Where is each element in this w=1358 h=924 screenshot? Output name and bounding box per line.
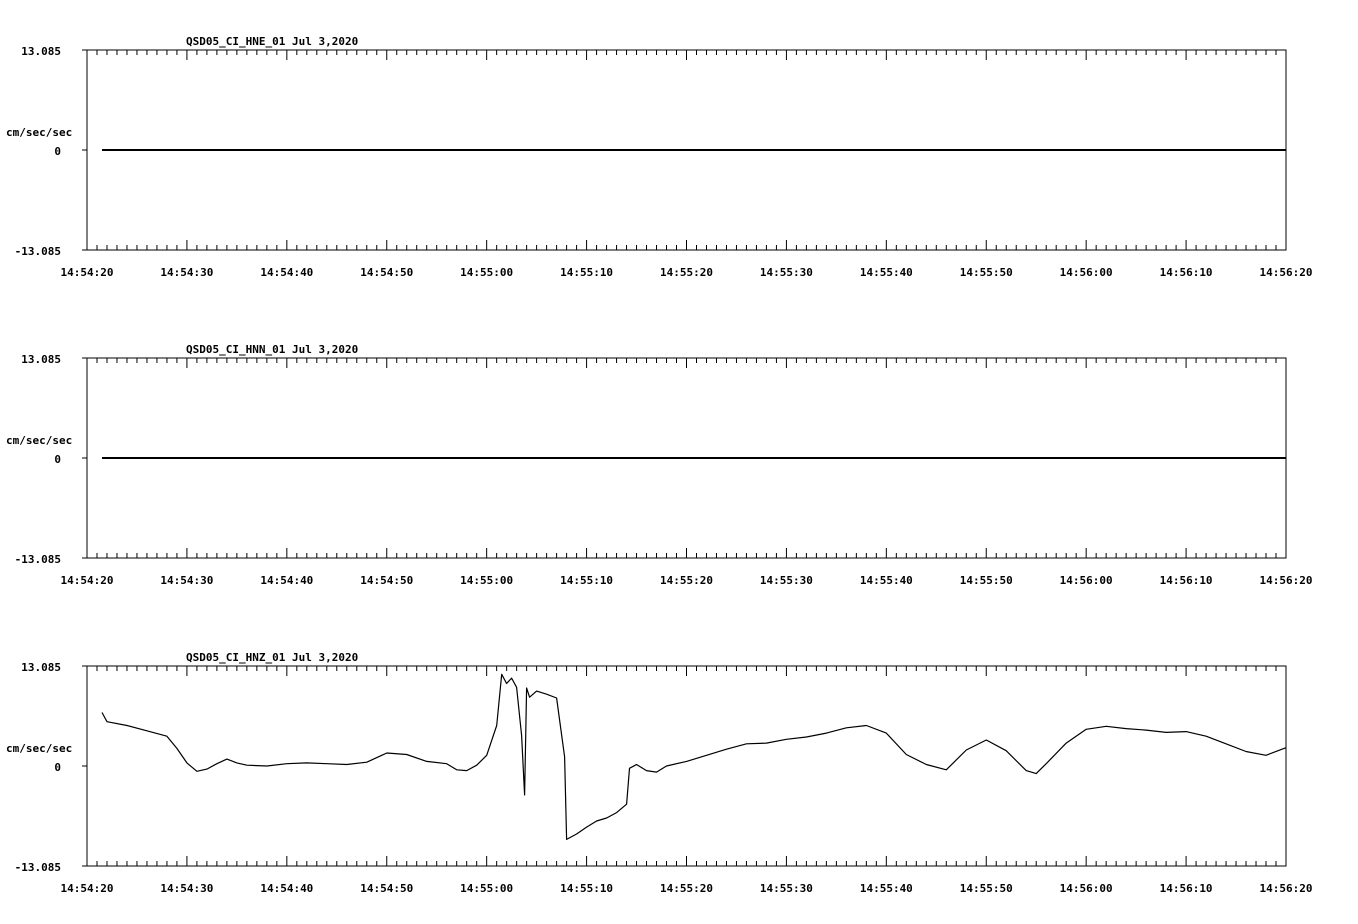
x-tick-label: 14:55:50 [960, 882, 1013, 895]
x-tick-label: 14:56:00 [1060, 574, 1113, 587]
x-tick-label: 14:55:40 [860, 266, 913, 279]
y-axis-label: cm/sec/sec [6, 742, 72, 755]
x-tick-label: 14:54:50 [360, 882, 413, 895]
x-tick-label: 14:55:20 [660, 574, 713, 587]
x-tick-label: 14:55:40 [860, 882, 913, 895]
x-tick-label: 14:56:20 [1260, 266, 1313, 279]
x-tick-label: 14:55:00 [460, 882, 513, 895]
y-tick-label: 0 [54, 761, 61, 774]
chart-title: QSD05_CI_HNZ_01 Jul 3,2020 [186, 651, 358, 664]
x-tick-label: 14:56:10 [1160, 574, 1213, 587]
x-tick-label: 14:54:30 [160, 574, 213, 587]
x-tick-label: 14:54:40 [260, 266, 313, 279]
x-tick-label: 14:55:50 [960, 266, 1013, 279]
trace-panel: QSD05_CI_HNE_01 Jul 3,2020 13.085 0 -13.085… [6, 35, 1312, 279]
y-tick-label: -13.085 [15, 553, 61, 566]
x-tick-label: 14:54:50 [360, 574, 413, 587]
trace-panel: QSD05_CI_HNZ_01 Jul 3,2020 13.085 0 -13.085… [6, 651, 1312, 895]
x-tick-label: 14:55:30 [760, 882, 813, 895]
seismogram-figure: QSD05_CI_HNE_01 Jul 3,2020 13.085 0 -13.085… [6, 35, 1312, 895]
x-tick-label: 14:55:20 [660, 266, 713, 279]
x-tick-label: 14:54:50 [360, 266, 413, 279]
y-tick-label: -13.085 [15, 245, 61, 258]
x-tick-label: 14:55:30 [760, 574, 813, 587]
x-tick-label: 14:54:20 [61, 882, 114, 895]
y-tick-label: 13.085 [21, 661, 61, 674]
y-tick-label: 0 [54, 145, 61, 158]
x-tick-label: 14:54:20 [61, 266, 114, 279]
x-tick-label: 14:54:30 [160, 882, 213, 895]
x-tick-label: 14:55:50 [960, 574, 1013, 587]
x-tick-label: 14:56:20 [1260, 882, 1313, 895]
y-tick-label: 13.085 [21, 353, 61, 366]
y-tick-label: 13.085 [21, 45, 61, 58]
x-tick-label: 14:55:20 [660, 882, 713, 895]
x-tick-label: 14:56:10 [1160, 266, 1213, 279]
x-tick-label: 14:56:20 [1260, 574, 1313, 587]
x-tick-label: 14:55:00 [460, 574, 513, 587]
y-axis-label: cm/sec/sec [6, 434, 72, 447]
x-tick-label: 14:56:00 [1060, 266, 1113, 279]
x-tick-label: 14:55:10 [560, 266, 613, 279]
x-tick-label: 14:55:30 [760, 266, 813, 279]
chart-title: QSD05_CI_HNE_01 Jul 3,2020 [186, 35, 358, 48]
x-tick-label: 14:54:40 [260, 574, 313, 587]
x-tick-label: 14:54:20 [61, 574, 114, 587]
x-tick-label: 14:56:10 [1160, 882, 1213, 895]
y-axis-label: cm/sec/sec [6, 126, 72, 139]
x-tick-label: 14:55:00 [460, 266, 513, 279]
y-tick-label: 0 [54, 453, 61, 466]
series-line [101, 673, 1287, 841]
x-tick-label: 14:55:10 [560, 882, 613, 895]
x-tick-label: 14:54:30 [160, 266, 213, 279]
x-tick-label: 14:55:10 [560, 574, 613, 587]
x-tick-label: 14:54:40 [260, 882, 313, 895]
y-tick-label: -13.085 [15, 861, 61, 874]
x-tick-label: 14:56:00 [1060, 882, 1113, 895]
chart-title: QSD05_CI_HNN_01 Jul 3,2020 [186, 343, 358, 356]
x-tick-label: 14:55:40 [860, 574, 913, 587]
trace-panel: QSD05_CI_HNN_01 Jul 3,2020 13.085 0 -13.085… [6, 343, 1312, 587]
